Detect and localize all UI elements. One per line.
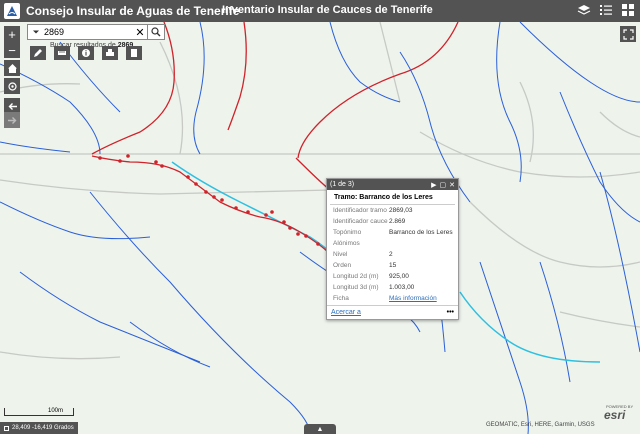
esri-logo: esri xyxy=(604,408,626,422)
maximize-icon[interactable]: ▢ xyxy=(440,181,447,189)
highlighted-segment[interactable] xyxy=(91,155,331,255)
attribute-row: Longitud 3d (m) 1.003,00 xyxy=(327,282,458,293)
attribute-row: Topónimo Barranco de los Leres xyxy=(327,227,458,238)
attribute-value: 925,00 xyxy=(389,273,409,280)
attribute-key: Alónimos xyxy=(333,240,360,247)
attribute-row: Identificador tramo 2869,03 xyxy=(327,205,458,216)
search-button[interactable] xyxy=(147,24,165,40)
expand-panel-button[interactable]: ▲ xyxy=(304,424,336,434)
popup-title: Tramo: Barranco de los Leres xyxy=(330,190,455,205)
attribute-value: 15 xyxy=(389,262,397,269)
tool-bar xyxy=(30,46,142,60)
popup-footer: Acercar a ••• xyxy=(327,305,458,319)
layers-icon[interactable] xyxy=(576,2,592,18)
next-extent-button[interactable] xyxy=(4,112,20,128)
app-header: Consejo Insular de Aguas de Tenerife Inv… xyxy=(0,0,640,22)
scale-label: 100m xyxy=(48,408,64,414)
app-subtitle: Inventario Insular de Cauces de Tenerife xyxy=(222,4,433,16)
attribute-value: 2869,03 xyxy=(389,207,413,214)
attribute-row: Longitud 2d (m) 925,00 xyxy=(327,271,458,282)
measure-button[interactable] xyxy=(54,46,70,60)
attribute-value: 1.003,00 xyxy=(389,284,415,291)
attribute-key: Nivel xyxy=(333,251,348,258)
zoom-out-button[interactable]: − xyxy=(4,42,20,58)
info-button[interactable] xyxy=(78,46,94,60)
fullscreen-button[interactable] xyxy=(620,26,636,42)
ruler-icon xyxy=(58,51,66,55)
search-box: ✕ xyxy=(27,24,165,40)
home-icon xyxy=(7,63,17,73)
zoom-to-link[interactable]: Acercar a xyxy=(331,309,447,316)
print-icon xyxy=(106,49,114,56)
attribute-row: Orden 15 xyxy=(327,260,458,271)
attribute-row: Alónimos xyxy=(327,238,458,249)
attribute-key: Topónimo xyxy=(333,229,362,236)
attribute-value: 2 xyxy=(389,251,393,258)
attribute-key: Identificador tramo xyxy=(333,207,387,214)
print-button[interactable] xyxy=(102,46,118,60)
cia-logo-icon xyxy=(4,3,20,19)
next-feature-icon[interactable]: ▶ xyxy=(431,181,436,189)
search-icon xyxy=(151,27,161,37)
locate-icon xyxy=(7,81,17,91)
share-button[interactable] xyxy=(126,46,142,60)
attribute-key: Longitud 3d (m) xyxy=(333,284,379,291)
locate-button[interactable] xyxy=(4,78,20,94)
app-title: Consejo Insular de Aguas de Tenerife xyxy=(26,4,240,18)
clear-search-icon[interactable]: ✕ xyxy=(134,26,146,39)
minor-roads xyxy=(0,22,640,360)
attribute-key: Orden xyxy=(333,262,352,269)
attribute-row: Ficha Más información xyxy=(327,293,458,304)
obstacle-markers xyxy=(98,154,320,246)
home-button[interactable] xyxy=(4,60,20,76)
attribute-key: Ficha xyxy=(333,295,349,302)
zoom-controls: + − xyxy=(4,26,20,58)
draw-button[interactable] xyxy=(30,46,46,60)
fullscreen-icon xyxy=(622,28,634,40)
attribute-list: Identificador tramo 2869,03 Identificador … xyxy=(327,205,458,304)
main-roads xyxy=(91,22,459,191)
coordinate-icon xyxy=(4,425,9,431)
more-actions-button[interactable]: ••• xyxy=(447,309,454,316)
attribute-value: Barranco de los Leres xyxy=(389,229,453,236)
info-icon xyxy=(82,49,90,57)
chevron-down-icon xyxy=(33,30,39,34)
attribute-key: Identificador cauce xyxy=(333,218,388,225)
feature-popup: (1 de 3) ▶ ▢ ✕ Tramo: Barranco de los Le… xyxy=(326,178,459,320)
attribute-row: Identificador cauce 2.869 xyxy=(327,216,458,227)
pencil-icon xyxy=(34,49,42,57)
popup-page-indicator: (1 de 3) xyxy=(330,181,355,188)
close-icon[interactable]: ✕ xyxy=(449,181,455,189)
attribute-value: 2.869 xyxy=(389,218,406,225)
coordinate-readout: 28,409 -16,419 Grados xyxy=(0,422,78,434)
more-info-link[interactable]: Más información xyxy=(389,295,437,302)
zoom-in-button[interactable]: + xyxy=(4,26,20,42)
arrow-right-icon xyxy=(7,116,16,124)
popup-header: (1 de 3) ▶ ▢ ✕ xyxy=(327,179,458,190)
coordinate-text: 28,409 -16,419 Grados xyxy=(12,425,74,431)
attribute-row: Nivel 2 xyxy=(327,249,458,260)
legend-list-icon[interactable] xyxy=(598,2,614,18)
scale-bar xyxy=(4,408,74,416)
attribute-key: Longitud 2d (m) xyxy=(333,273,379,280)
search-input[interactable] xyxy=(44,26,134,38)
map-view[interactable] xyxy=(0,22,640,434)
document-icon xyxy=(131,49,137,57)
map-attribution: GEOMATIC, Esri, HERE, Garmin, USGS xyxy=(486,422,595,428)
basemap-grid-icon[interactable] xyxy=(620,2,636,18)
arrow-left-icon xyxy=(8,102,17,110)
search-source-dropdown[interactable] xyxy=(28,25,44,39)
stream-network xyxy=(0,22,640,434)
